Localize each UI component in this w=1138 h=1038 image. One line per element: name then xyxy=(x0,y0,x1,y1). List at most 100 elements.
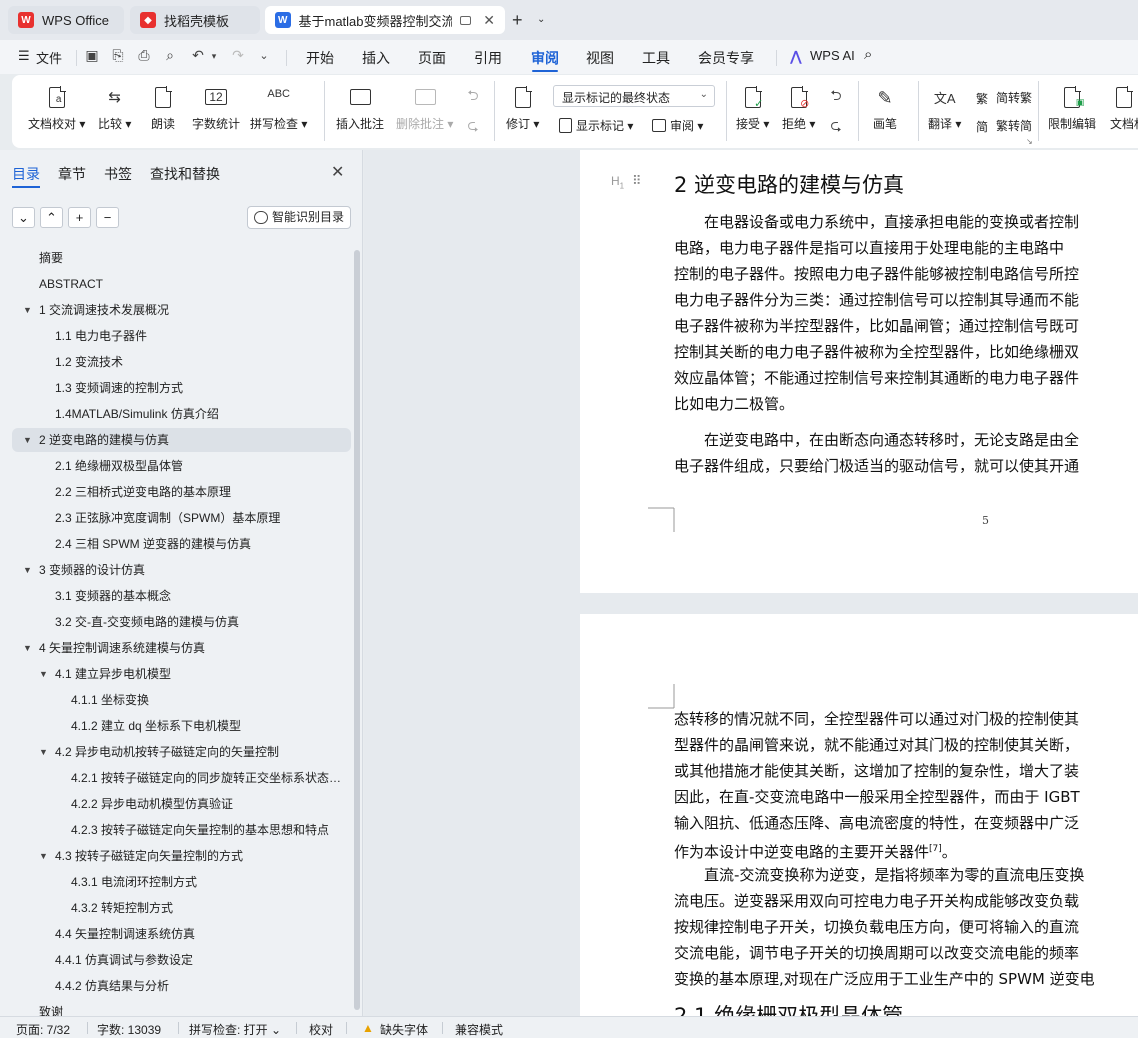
window-mode-icon[interactable] xyxy=(459,15,472,25)
print-preview-icon[interactable]: ⌕ xyxy=(162,47,178,63)
toc-item[interactable]: 4.2.2 异步电动机模型仿真验证 xyxy=(12,792,351,816)
previous-change-icon[interactable]: ⮌ xyxy=(828,87,844,103)
expand-arrow-icon[interactable]: ▼ xyxy=(39,662,48,686)
smart-toc-button[interactable]: 智能识别目录 xyxy=(247,206,351,229)
menu-file[interactable]: 文件 xyxy=(36,48,62,67)
expand-arrow-icon[interactable]: ▼ xyxy=(23,298,32,322)
paragraph[interactable]: 在电器设备或电力系统中，直接承担电能的变换或者控制 电路，电力电子器件是指可以直接… xyxy=(674,209,1138,417)
reject-button[interactable]: ⊘ 拒绝 ▾ xyxy=(782,85,815,132)
spell-check-button[interactable]: ABC 拼写检查 ▾ xyxy=(250,85,307,132)
toc-item[interactable]: 4.2.1 按转子磁链定向的同步旋转正交坐标系状态方程 xyxy=(12,766,351,790)
nav-tab-sections[interactable]: 章节 xyxy=(58,164,86,184)
next-comment-icon[interactable]: ⮎ xyxy=(465,117,481,133)
search-icon[interactable]: ⌕ xyxy=(864,46,872,63)
to-traditional-button[interactable]: 繁 简转繁 xyxy=(976,89,1032,106)
toc-item[interactable]: ▼ 2 逆变电路的建模与仿真 xyxy=(12,428,351,452)
menu-view[interactable]: 视图 xyxy=(586,48,614,68)
export-icon[interactable]: ⎘ xyxy=(110,47,126,63)
toc-item[interactable]: 4.2.3 按转子磁链定向矢量控制的基本思想和特点 xyxy=(12,818,351,842)
delete-comment-button[interactable]: 删除批注 ▾ xyxy=(396,85,453,132)
toc-item[interactable]: ▼ 1 交流调速技术发展概况 xyxy=(12,298,351,322)
doc-check-button[interactable]: a 文档校对 ▾ xyxy=(28,85,85,132)
tab-docer-templates[interactable]: ◆ 找稻壳模板 xyxy=(130,6,260,34)
menu-references[interactable]: 引用 xyxy=(474,48,502,68)
page-indicator[interactable]: 页面: 7/32 xyxy=(16,1021,70,1038)
read-aloud-button[interactable]: 朗读 xyxy=(150,85,176,132)
markup-view-select[interactable]: 显示标记的最终状态 ⌄ xyxy=(553,85,715,107)
next-change-icon[interactable]: ⮎ xyxy=(828,117,844,133)
paragraph[interactable]: 在逆变电路中，在由断态向通态转移时，无论支路是由全 电子器件组成，只要给门极适当的… xyxy=(674,427,1138,479)
toc-item[interactable]: 2.1 绝缘栅双极型晶体管 xyxy=(12,454,351,478)
document-area[interactable]: H1 ⠿ 2 逆变电路的建模与仿真 在电器设备或电力系统中，直接承担电能的变换或… xyxy=(364,150,1138,1016)
section-heading[interactable]: 2.1 绝缘栅双极型晶体管 xyxy=(674,1000,903,1016)
toc-item[interactable]: 4.3.2 转矩控制方式 xyxy=(12,896,351,920)
chapter-heading[interactable]: 2 逆变电路的建模与仿真 xyxy=(674,169,904,199)
toc-item[interactable]: ▼ 4.2 异步电动机按转子磁链定向的矢量控制 xyxy=(12,740,351,764)
toc-item[interactable]: 4.1.2 建立 dq 坐标系下电机模型 xyxy=(12,714,351,738)
new-tab-icon[interactable]: + xyxy=(512,10,523,31)
menu-member[interactable]: 会员专享 xyxy=(698,48,754,68)
review-pane-button[interactable]: 审阅 ▾ xyxy=(652,117,703,134)
expand-arrow-icon[interactable]: ▼ xyxy=(39,844,48,868)
close-icon[interactable]: ✕ xyxy=(331,162,344,182)
toc-item[interactable]: 1.3 变频调速的控制方式 xyxy=(12,376,351,400)
drag-handle-icon[interactable]: ⠿ xyxy=(632,173,641,189)
toc-item[interactable]: 3.2 交-直-交变频电路的建模与仿真 xyxy=(12,610,351,634)
wps-ai-icon[interactable]: ⋀ xyxy=(790,48,802,65)
menu-insert[interactable]: 插入 xyxy=(362,48,390,68)
save-icon[interactable]: ▣ xyxy=(84,47,100,63)
menu-wps-ai[interactable]: WPS AI xyxy=(810,48,855,63)
toc-item[interactable]: ▼ 3 变频器的设计仿真 xyxy=(12,558,351,582)
citation[interactable]: [7] xyxy=(929,844,942,854)
expand-arrow-icon[interactable]: ▼ xyxy=(39,740,48,764)
scrollbar[interactable] xyxy=(354,250,360,1010)
chevron-down-icon[interactable]: ▾ xyxy=(206,48,222,64)
restrict-edit-button[interactable]: ▣ 限制编辑 xyxy=(1048,85,1096,132)
expand-arrow-icon[interactable]: ▼ xyxy=(23,558,32,582)
menu-page[interactable]: 页面 xyxy=(418,48,446,68)
toc-item[interactable]: ▼ 4.3 按转子磁链定向矢量控制的方式 xyxy=(12,844,351,868)
toc-item[interactable]: 摘要 xyxy=(12,246,351,270)
toc-item[interactable]: 3.1 变频器的基本概念 xyxy=(12,584,351,608)
paragraph[interactable]: 态转移的情况就不同，全控型器件可以通过对门极的控制使其 型器件的晶闸管来说，就不能… xyxy=(674,706,1138,862)
word-count-button[interactable]: 12 字数统计 xyxy=(192,85,240,132)
track-changes-button[interactable]: 修订 ▾ xyxy=(506,85,539,132)
demote-button[interactable]: − xyxy=(96,207,119,228)
doc-permission-button[interactable]: 文档权限 xyxy=(1110,85,1138,132)
proofread-button[interactable]: 校对 xyxy=(309,1021,333,1038)
toc-item[interactable]: 2.3 正弦脉冲宽度调制（SPWM）基本原理 xyxy=(12,506,351,530)
menu-review[interactable]: 审阅 xyxy=(531,48,559,68)
menu-home[interactable]: 开始 xyxy=(306,48,334,68)
previous-comment-icon[interactable]: ⮌ xyxy=(465,87,481,103)
undo-icon[interactable]: ↶ xyxy=(190,47,206,63)
toc-item[interactable]: 1.2 变流技术 xyxy=(12,350,351,374)
spell-check-status[interactable]: 拼写检查: 打开 ⌄ xyxy=(189,1021,281,1038)
accept-button[interactable]: ✓ 接受 ▾ xyxy=(736,85,769,132)
toc-item[interactable]: ▼ 4.1 建立异步电机模型 xyxy=(12,662,351,686)
toc-item[interactable]: 2.4 三相 SPWM 逆变器的建模与仿真 xyxy=(12,532,351,556)
hamburger-icon[interactable]: ☰ xyxy=(18,48,30,64)
paragraph[interactable]: 直流-交流变换称为逆变，是指将频率为零的直流电压变换 流电压。逆变器采用双向可控电… xyxy=(674,862,1138,992)
toc-item[interactable]: 2.2 三相桥式逆变电路的基本原理 xyxy=(12,480,351,504)
expand-group-icon[interactable]: ↘ xyxy=(1026,137,1033,146)
toc-item[interactable]: ▼ 4 矢量控制调速系统建模与仿真 xyxy=(12,636,351,660)
toc-item[interactable]: 1.1 电力电子器件 xyxy=(12,324,351,348)
collapse-all-button[interactable]: ⌄ xyxy=(12,207,35,228)
nav-tab-bookmarks[interactable]: 书签 xyxy=(104,164,132,184)
promote-button[interactable]: + xyxy=(68,207,91,228)
missing-font-button[interactable]: 缺失字体 xyxy=(380,1021,428,1038)
menu-tools[interactable]: 工具 xyxy=(642,48,670,68)
toc-item[interactable]: 4.4 矢量控制调速系统仿真 xyxy=(12,922,351,946)
print-icon[interactable]: ⎙ xyxy=(136,47,152,63)
redo-icon[interactable]: ↷ xyxy=(230,47,246,63)
show-markup-button[interactable]: 显示标记 ▾ xyxy=(559,117,633,134)
toc-item[interactable]: 4.4.1 仿真调试与参数设定 xyxy=(12,948,351,972)
expand-up-button[interactable]: ⌃ xyxy=(40,207,63,228)
tab-current-document[interactable]: W 基于matlab变频器控制交流电 ✕ xyxy=(265,6,505,34)
translate-button[interactable]: 文A 翻译 ▾ xyxy=(928,85,961,132)
close-tab-icon[interactable]: ✕ xyxy=(483,12,495,29)
heading-marker[interactable]: H1 xyxy=(611,174,624,190)
word-count-indicator[interactable]: 字数: 13039 xyxy=(97,1021,161,1038)
toc-item[interactable]: 4.4.2 仿真结果与分析 xyxy=(12,974,351,998)
compare-button[interactable]: ⇆ 比较 ▾ xyxy=(98,85,131,132)
